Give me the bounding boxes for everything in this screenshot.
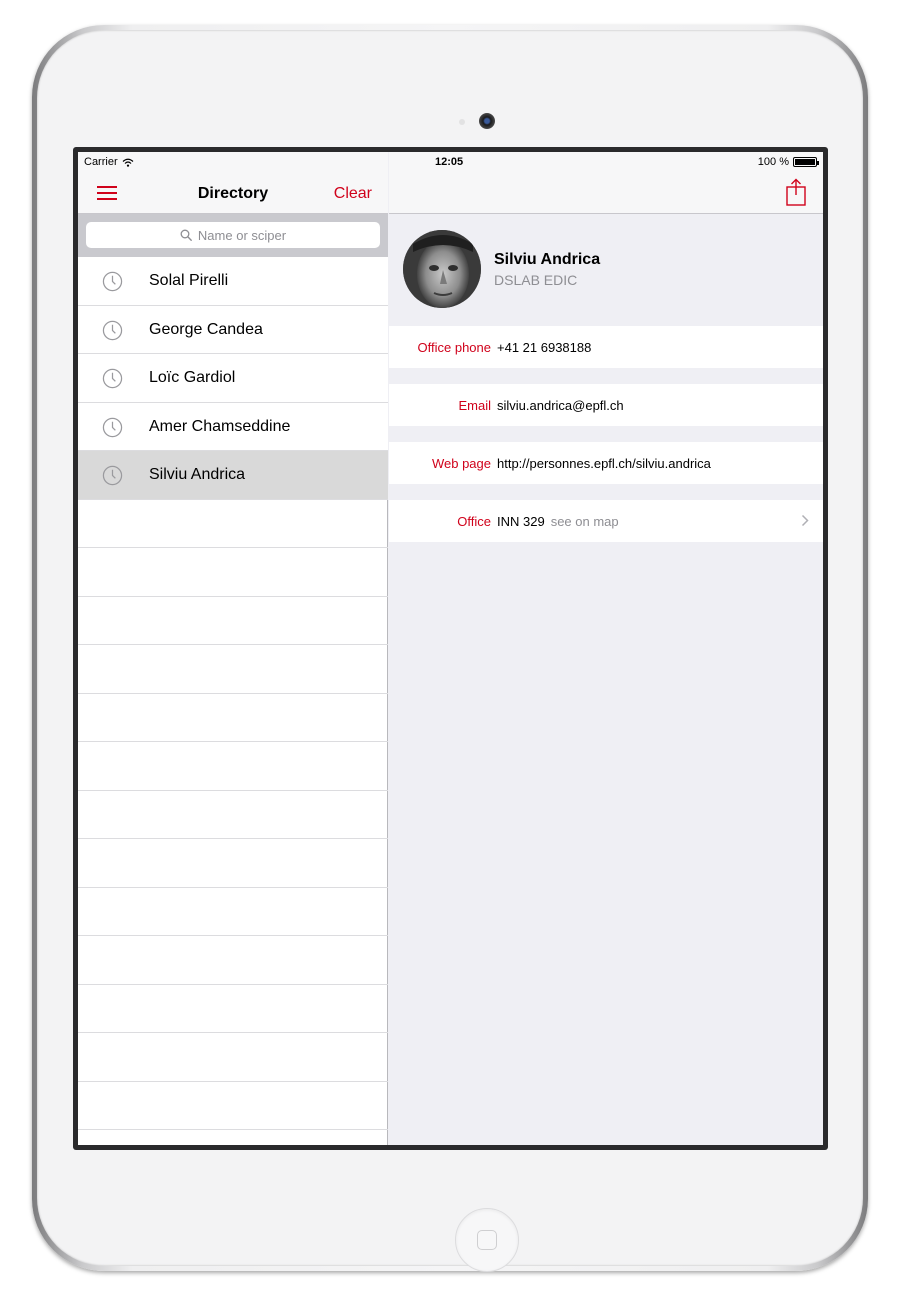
clock-icon bbox=[102, 320, 123, 340]
display: Directory Clear Name or sciper Solal Pir… bbox=[78, 152, 823, 1145]
web-page-row[interactable]: Web page http://personnes.epfl.ch/silviu… bbox=[389, 442, 823, 484]
office-value: INN 329 bbox=[497, 514, 545, 529]
person-detail-pane: Silviu Andrica DSLAB EDIC Office phone +… bbox=[389, 152, 823, 1145]
list-item-label: George Candea bbox=[149, 320, 263, 338]
list-item-selected[interactable]: Silviu Andrica bbox=[78, 451, 388, 500]
empty-row bbox=[78, 1033, 388, 1082]
carrier-indicator: Carrier bbox=[84, 156, 134, 168]
list-item-label: Silviu Andrica bbox=[149, 466, 246, 483]
carrier-label: Carrier bbox=[84, 156, 118, 168]
see-on-map-link[interactable]: see on map bbox=[551, 514, 619, 529]
list-item-label: Loïc Gardiol bbox=[149, 369, 236, 386]
office-value-wrapper: INN 329 see on map bbox=[497, 514, 619, 529]
battery-indicator: 100 % bbox=[757, 156, 819, 168]
search-input[interactable]: Name or sciper bbox=[86, 222, 380, 248]
empty-row bbox=[78, 645, 388, 694]
recent-list: Solal Pirelli George Candea Loïc Gardiol… bbox=[78, 257, 388, 1130]
wifi-icon bbox=[122, 158, 134, 167]
screen: Directory Clear Name or sciper Solal Pir… bbox=[73, 147, 828, 1150]
office-row[interactable]: Office INN 329 see on map bbox=[389, 500, 823, 542]
list-item[interactable]: Amer Chamseddine bbox=[78, 402, 388, 451]
list-item[interactable]: Loïc Gardiol bbox=[78, 354, 388, 403]
empty-row bbox=[78, 888, 388, 936]
person-name: Silviu Andrica bbox=[494, 251, 601, 268]
home-square-icon bbox=[477, 1230, 497, 1250]
clear-button[interactable]: Clear bbox=[334, 185, 372, 203]
camera-icon bbox=[479, 113, 495, 129]
clock-icon bbox=[102, 271, 123, 292]
empty-row bbox=[78, 985, 388, 1033]
list-item-label: Amer Chamseddine bbox=[149, 417, 291, 435]
office-phone-row[interactable]: Office phone +41 21 6938188 bbox=[389, 326, 823, 368]
office-phone-label: Office phone bbox=[417, 340, 491, 355]
person-unit: DSLAB EDIC bbox=[494, 272, 578, 288]
list-item[interactable]: Solal Pirelli bbox=[78, 257, 388, 306]
share-icon[interactable] bbox=[785, 178, 807, 206]
list-item[interactable]: George Candea bbox=[78, 305, 388, 354]
directory-pane: Directory Clear Name or sciper Solal Pir… bbox=[78, 152, 388, 1145]
profile-header: Silviu Andrica DSLAB EDIC bbox=[389, 214, 823, 326]
office-phone-value: +41 21 6938188 bbox=[497, 340, 592, 355]
empty-row bbox=[78, 936, 388, 985]
battery-label: 100 % bbox=[757, 156, 789, 168]
home-button[interactable] bbox=[455, 1208, 519, 1272]
avatar bbox=[403, 230, 481, 308]
empty-row bbox=[78, 839, 388, 888]
empty-row bbox=[78, 791, 388, 839]
empty-row bbox=[78, 500, 388, 548]
clock-icon bbox=[102, 465, 123, 486]
sensor-dot bbox=[459, 119, 465, 125]
battery-icon bbox=[793, 157, 819, 167]
status-time: 12:05 bbox=[435, 156, 464, 168]
empty-row bbox=[78, 694, 388, 742]
chevron-right-icon bbox=[801, 514, 809, 527]
clock-icon bbox=[102, 368, 123, 389]
empty-row bbox=[78, 1082, 388, 1130]
office-label: Office bbox=[457, 514, 491, 529]
status-bar: Carrier 12:05 100 % bbox=[78, 152, 823, 172]
web-page-value: http://personnes.epfl.ch/silviu.andrica bbox=[497, 456, 711, 471]
empty-row bbox=[78, 742, 388, 791]
clock-icon bbox=[102, 417, 123, 437]
empty-row bbox=[78, 548, 388, 597]
email-row[interactable]: Email silviu.andrica@epfl.ch bbox=[389, 384, 823, 426]
search-icon bbox=[180, 229, 192, 241]
email-value: silviu.andrica@epfl.ch bbox=[497, 398, 624, 413]
list-item-label: Solal Pirelli bbox=[149, 272, 229, 289]
search-bar: Name or sciper bbox=[78, 214, 388, 257]
empty-row bbox=[78, 597, 388, 645]
web-page-label: Web page bbox=[431, 456, 491, 471]
search-placeholder: Name or sciper bbox=[197, 227, 287, 243]
email-label: Email bbox=[458, 398, 491, 413]
